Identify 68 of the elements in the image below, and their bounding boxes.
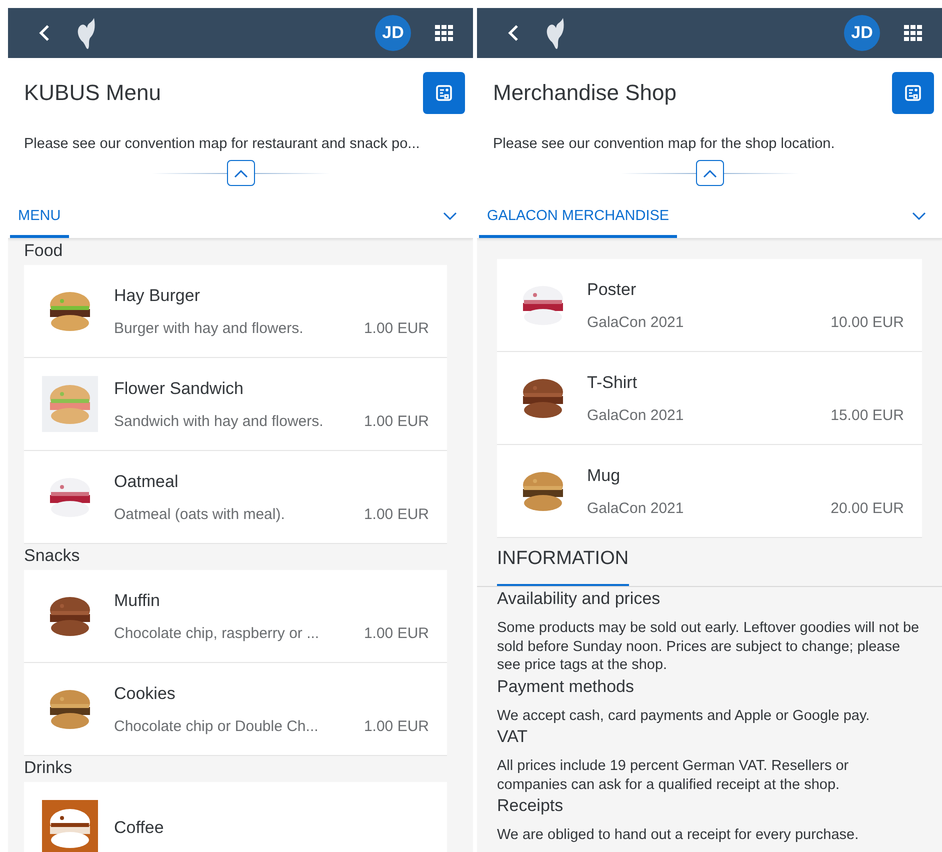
item-price: 1.00 EUR [364,624,429,642]
item-description: Burger with hay and flowers. [114,320,304,336]
group-title: Drinks [24,757,74,779]
item-name: Mug [587,466,622,486]
information-tab[interactable]: INFORMATION [497,548,629,586]
section-heading: VAT [497,727,529,748]
item-name: Cookies [114,684,176,704]
list-item[interactable]: Oatmeal Oatmeal (oats with meal). 1.00 EUR [24,451,447,544]
collapse-button[interactable] [226,160,254,186]
map-button[interactable] [892,72,934,114]
section-heading: Availability and prices [497,589,662,609]
section-text: Some products may be sold out early. Leftover goodies will not be sold before Sunday noon. Prices are subject to change; please see price tags at the shop. [497,619,920,675]
chevron-down-icon[interactable] [443,212,457,220]
item-name: Flower Sandwich [114,378,244,398]
item-description: Chocolate chip or Double Ch... [114,718,318,734]
item-price: 15.00 EUR [830,406,904,424]
item-description: Oatmeal (oats with meal). [114,506,285,522]
avatar-button[interactable]: JD [375,15,411,51]
item-price: 20.00 EUR [830,500,904,516]
chevron-up-icon [234,168,248,178]
map-icon [435,84,453,102]
item-description: Sandwich with hay and flowers. [114,412,324,430]
list-item[interactable]: Poster GalaCon 2021 10.00 EUR [497,259,922,352]
list-item[interactable]: Hay Burger Burger with hay and flowers. 1.00 EUR [24,265,447,358]
item-name: Muffin [114,590,161,610]
item-price: 1.00 EUR [364,506,429,522]
item-price: 10.00 EUR [830,314,904,330]
chevron-up-icon [702,168,716,178]
item-price: 1.00 EUR [364,412,429,430]
page-description: Please see our convention map for the shop location. [492,135,836,152]
item-name: Coffee [114,818,165,838]
section-text: We accept cash, card payments and Apple or Google pay. [497,706,871,726]
map-icon [904,84,922,102]
item-description: GalaCon 2021 [587,406,684,424]
chevron-down-icon[interactable] [912,212,926,220]
list-item[interactable]: T-Shirt GalaCon 2021 15.00 EUR [497,352,922,445]
group-title: Snacks [24,545,81,567]
section-heading: Payment methods [497,676,636,697]
map-button[interactable] [423,72,465,114]
list-item[interactable]: Coffee [24,782,447,852]
item-description: Chocolate chip, raspberry or ... [114,624,320,642]
back-icon[interactable] [507,24,519,42]
group-title: Food [24,240,64,262]
page-title: KUBUS Menu [24,80,161,106]
section-text: All prices include 19 percent German VAT. Resellers or companies can ask for a qualified receipt at the shop. [497,757,850,794]
back-icon[interactable] [38,24,50,42]
item-name: T-Shirt [587,372,638,392]
item-description: GalaCon 2021 [587,500,684,516]
page-title: Merchandise Shop [493,80,676,106]
section-text: We are obliged to hand out a receipt for every purchase. [497,826,860,845]
avatar-button[interactable]: JD [844,15,880,51]
list-item[interactable]: Flower Sandwich Sandwich with hay and flowers. 1.00 EUR [24,358,447,451]
item-price: 1.00 EUR [364,718,429,734]
collapse-button[interactable] [696,160,724,186]
item-name: Oatmeal [114,472,180,492]
list-item[interactable]: Muffin Chocolate chip, raspberry or ... 1.00 EUR [24,570,447,663]
section-tab[interactable]: MENU [10,194,69,238]
item-name: Hay Burger [114,286,201,306]
item-price: 1.00 EUR [364,320,429,336]
apps-grid-icon[interactable] [904,25,922,41]
item-description: GalaCon 2021 [587,314,684,330]
item-name: Poster [587,280,638,300]
section-tab[interactable]: GALACON MERCHANDISE [479,194,678,238]
list-item[interactable]: Mug GalaCon 2021 20.00 EUR [497,445,922,538]
apps-grid-icon[interactable] [435,25,453,41]
page-description: Please see our convention map for restaurant and snack po... [23,135,421,152]
section-heading: Receipts [497,796,564,816]
list-item[interactable]: Cookies Chocolate chip or Double Ch... 1.00 EUR [24,663,447,756]
